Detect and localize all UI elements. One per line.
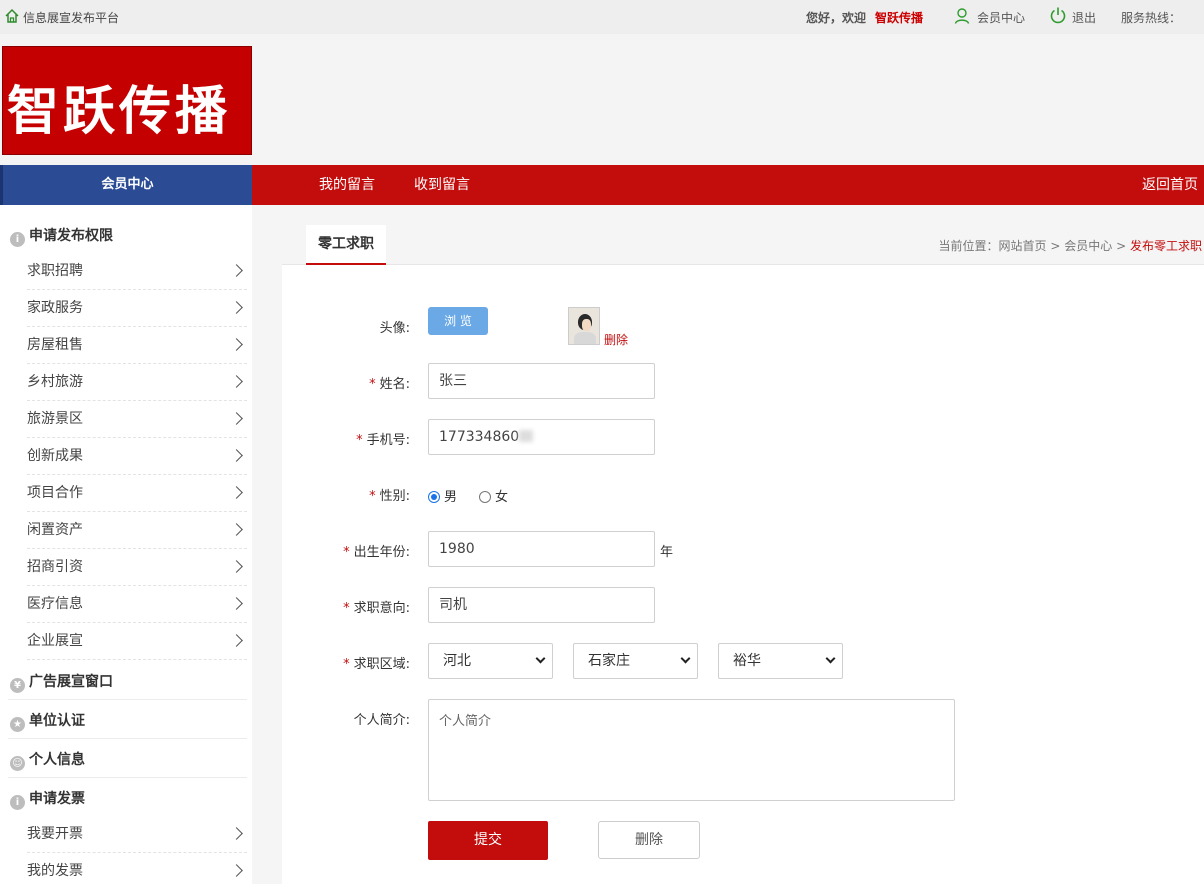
chevron-right-icon: [230, 597, 243, 610]
info-icon: i: [10, 232, 25, 247]
chevron-right-icon: [230, 634, 243, 647]
sidebar-item-project-cooperation[interactable]: 项目合作: [27, 475, 247, 512]
tab-bar: 零工求职 当前位置：网站首页 > 会员中心 > 发布零工求职: [282, 225, 1204, 265]
sidebar-item-house-rental[interactable]: 房屋租售: [27, 327, 247, 364]
avatar-delete-link[interactable]: 删除: [604, 331, 628, 348]
sidebar-item-idle-assets[interactable]: 闲置资产: [27, 512, 247, 549]
info-icon: i: [10, 795, 25, 810]
main-content: 零工求职 当前位置：网站首页 > 会员中心 > 发布零工求职 头像: 浏 览 删…: [282, 225, 1204, 884]
chevron-down-icon: [680, 653, 691, 664]
power-icon[interactable]: [1049, 6, 1067, 24]
main-nav: 会员中心 我的留言 收到留言 返回首页: [0, 165, 1204, 205]
sidebar-section-unit-certification[interactable]: ★ 单位认证: [10, 710, 85, 732]
chevron-down-icon: [825, 653, 836, 664]
breadcrumb-current: 发布零工求职: [1129, 239, 1202, 253]
chevron-right-icon: [230, 449, 243, 462]
logout-link[interactable]: 退出: [1072, 9, 1096, 26]
sidebar-item-enterprise[interactable]: 企业展宣: [27, 623, 247, 660]
chevron-right-icon: [230, 412, 243, 425]
breadcrumb: 当前位置：网站首页 > 会员中心 > 发布零工求职: [938, 239, 1203, 253]
hotline-text: 服务热线：: [1121, 11, 1182, 25]
tab-gig-job[interactable]: 零工求职: [306, 225, 386, 265]
sidebar-item-housekeeping[interactable]: 家政服务: [27, 290, 247, 327]
avatar-thumbnail: [568, 307, 600, 345]
birth-year-unit: 年: [660, 545, 674, 560]
region-label: * 求职区域:: [343, 657, 410, 672]
greeting-text: 您好，欢迎: [806, 11, 867, 25]
top-bar: 信息展宣发布平台 您好，欢迎 智跃传播 会员中心 退出 服务热线：: [0, 0, 1204, 34]
sidebar-item-rural-tourism[interactable]: 乡村旅游: [27, 364, 247, 401]
intro-textarea[interactable]: 个人简介: [428, 699, 955, 801]
phone-input[interactable]: 177334860: [428, 419, 655, 455]
user-icon: ☺: [10, 756, 25, 771]
sidebar: i 申请发布权限 求职招聘 家政服务 房屋租售 乡村旅游 旅游景区 创新成果 项目…: [0, 205, 252, 884]
nav-member-center[interactable]: 会员中心: [0, 165, 252, 205]
divider: [8, 777, 247, 778]
chevron-right-icon: [230, 301, 243, 314]
gender-male-radio[interactable]: 男: [428, 486, 457, 505]
logo-text: 智跃传播: [7, 81, 232, 142]
chevron-right-icon: [230, 560, 243, 573]
breadcrumb-home[interactable]: 网站首页: [999, 239, 1047, 253]
submit-button[interactable]: 提交: [428, 821, 548, 860]
phone-label: * 手机号:: [356, 433, 410, 448]
sidebar-section-ad-window[interactable]: ¥ 广告展宣窗口: [10, 671, 113, 693]
radio-checked-icon: [428, 491, 440, 503]
city-select[interactable]: 石家庄: [573, 643, 698, 679]
sidebar-item-job-recruit[interactable]: 求职招聘: [27, 253, 247, 290]
sidebar-item-innovation[interactable]: 创新成果: [27, 438, 247, 475]
chevron-right-icon: [230, 523, 243, 536]
chevron-right-icon: [230, 264, 243, 277]
yen-icon: ¥: [10, 678, 25, 693]
user-icon[interactable]: [954, 7, 972, 25]
province-select[interactable]: 河北: [428, 643, 553, 679]
sidebar-item-issue-invoice[interactable]: 我要开票: [27, 816, 247, 853]
chevron-right-icon: [230, 338, 243, 351]
nav-my-messages[interactable]: 我的留言: [319, 165, 375, 205]
intro-label: 个人简介:: [353, 713, 410, 728]
sidebar-section-invoice[interactable]: i 申请发票: [10, 788, 85, 810]
divider: [8, 699, 247, 700]
username-link[interactable]: 智跃传播: [875, 9, 923, 26]
nav-received-messages[interactable]: 收到留言: [414, 165, 470, 205]
chevron-right-icon: [230, 375, 243, 388]
sidebar-item-my-invoices[interactable]: 我的发票: [27, 853, 247, 884]
divider: [8, 738, 247, 739]
name-label: * 姓名:: [369, 377, 410, 392]
district-select[interactable]: 裕华: [718, 643, 843, 679]
breadcrumb-member[interactable]: 会员中心: [1064, 239, 1112, 253]
job-intent-input[interactable]: 司机: [428, 587, 655, 623]
radio-unchecked-icon: [479, 491, 491, 503]
sidebar-item-medical[interactable]: 医疗信息: [27, 586, 247, 623]
chevron-right-icon: [230, 827, 243, 840]
sidebar-section-personal-info[interactable]: ☺ 个人信息: [10, 749, 85, 771]
member-center-link[interactable]: 会员中心: [977, 9, 1025, 26]
chevron-right-icon: [230, 486, 243, 499]
gender-female-radio[interactable]: 女: [479, 486, 508, 505]
platform-title[interactable]: 信息展宣发布平台: [23, 9, 119, 26]
delete-button[interactable]: 删除: [598, 821, 700, 859]
star-icon: ★: [10, 717, 25, 732]
job-intent-label: * 求职意向:: [343, 601, 410, 616]
gender-label: * 性别:: [369, 489, 410, 504]
header: 智跃传播: [0, 34, 1204, 165]
chevron-right-icon: [230, 864, 243, 877]
name-input[interactable]: 张三: [428, 363, 655, 399]
site-logo[interactable]: 智跃传播: [2, 46, 252, 155]
browse-button[interactable]: 浏 览: [428, 307, 488, 335]
chevron-down-icon: [535, 653, 546, 664]
birth-year-input[interactable]: 1980: [428, 531, 655, 567]
home-icon[interactable]: [4, 8, 20, 24]
nav-back-home[interactable]: 返回首页: [1142, 165, 1198, 205]
sidebar-section-publish-permission[interactable]: i 申请发布权限: [10, 225, 113, 247]
sidebar-item-investment[interactable]: 招商引资: [27, 549, 247, 586]
birth-year-label: * 出生年份:: [343, 545, 410, 560]
sidebar-item-scenic-spots[interactable]: 旅游景区: [27, 401, 247, 438]
avatar-label: 头像:: [379, 321, 410, 336]
